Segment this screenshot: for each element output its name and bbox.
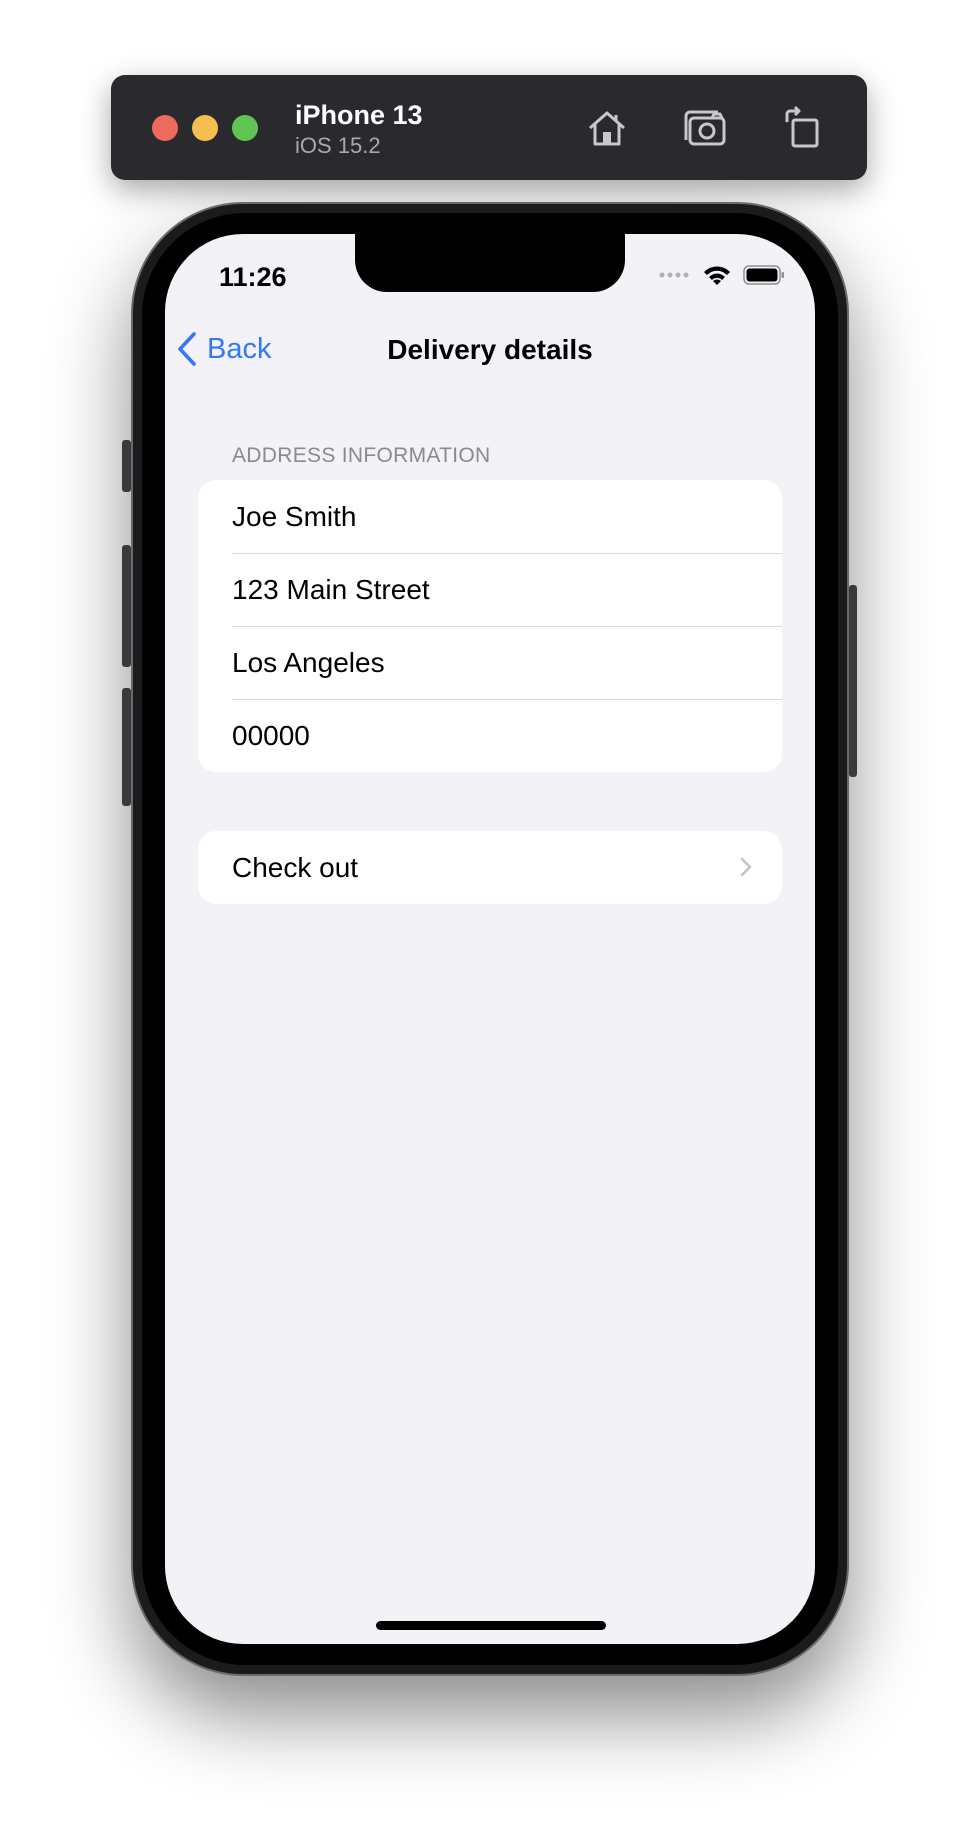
rotate-icon[interactable] (777, 104, 825, 152)
close-window-button[interactable] (152, 115, 178, 141)
address-city-value: Los Angeles (232, 646, 385, 678)
address-row-zip[interactable]: 00000 (198, 699, 782, 772)
notch (355, 234, 625, 292)
page-title: Delivery details (387, 334, 593, 365)
zoom-window-button[interactable] (232, 115, 258, 141)
section-header-address: ADDRESS INFORMATION (232, 444, 491, 467)
address-row-street[interactable]: 123 Main Street (198, 553, 782, 626)
checkout-row[interactable]: Check out (198, 831, 782, 904)
wifi-icon (704, 266, 730, 285)
address-list: Joe Smith 123 Main Street Los Angeles 00… (198, 480, 782, 772)
address-street-value: 123 Main Street (232, 573, 430, 605)
checkout-label: Check out (232, 851, 359, 883)
cellular-dots-icon (659, 272, 689, 278)
battery-icon (743, 265, 784, 285)
home-indicator[interactable] (376, 1621, 606, 1630)
status-time: 11:26 (219, 262, 287, 292)
address-row-name[interactable]: Joe Smith (198, 480, 782, 553)
device-name: iPhone 13 (295, 100, 423, 130)
chevron-right-icon (740, 857, 752, 877)
address-name-value: Joe Smith (232, 500, 357, 532)
simulator-toolbar: iPhone 13 iOS 15.2 (111, 75, 867, 180)
app-screen: 11:26 Back Delivery details ADDRESS INFO… (165, 234, 815, 1644)
status-icons (659, 264, 785, 286)
home-icon[interactable] (583, 104, 631, 152)
power-button (849, 585, 857, 777)
screenshot-icon[interactable] (682, 104, 730, 152)
checkout-group: Check out (198, 831, 782, 904)
address-zip-value: 00000 (232, 719, 310, 751)
volume-up-button (122, 545, 131, 667)
address-row-city[interactable]: Los Angeles (198, 626, 782, 699)
simulator-window: iPhone 13 iOS 15.2 11:26 Back Delivery d… (0, 0, 978, 1826)
mute-switch (122, 440, 131, 492)
os-version: iOS 15.2 (295, 133, 381, 158)
volume-down-button (122, 688, 131, 806)
minimize-window-button[interactable] (192, 115, 218, 141)
